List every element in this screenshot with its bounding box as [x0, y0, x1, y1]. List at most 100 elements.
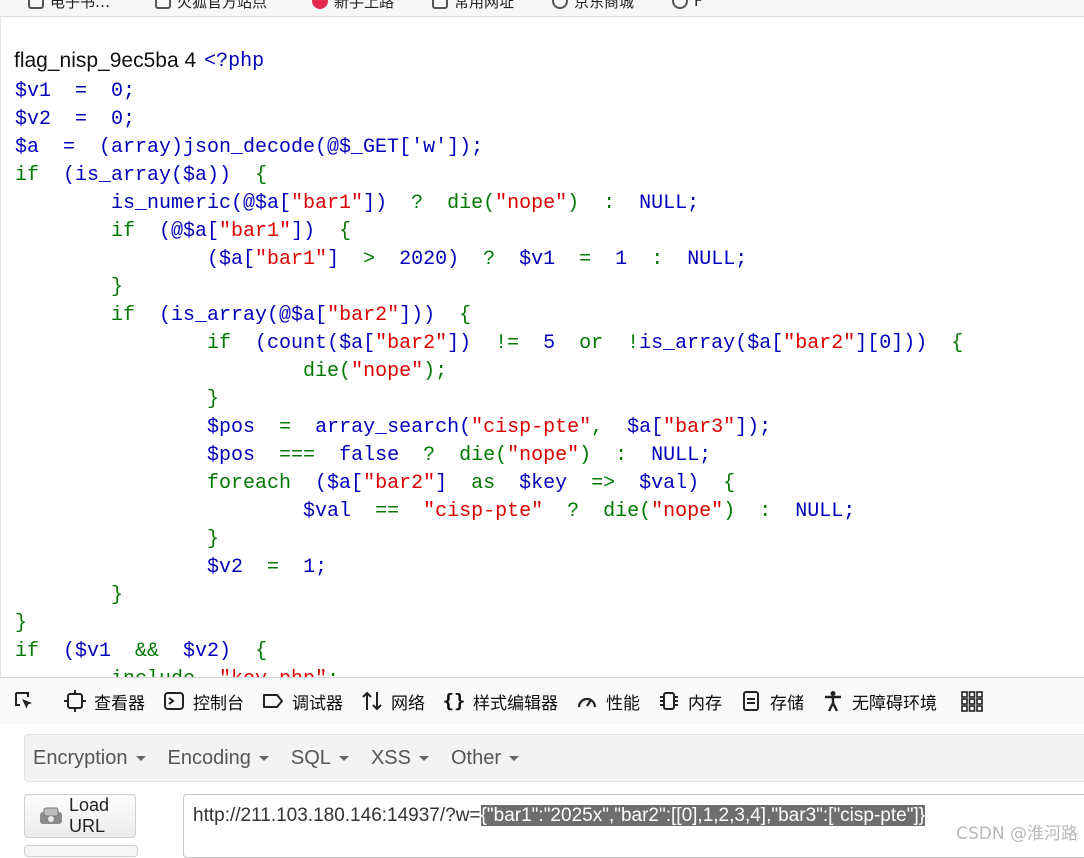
- menu-label: Encryption: [33, 746, 128, 769]
- bookmark-item[interactable]: 京东商城: [552, 0, 634, 11]
- menu-label: Encoding: [167, 746, 251, 769]
- hackbar-menu: Encryption Encoding SQL XSS Other: [24, 734, 1084, 782]
- code-line: foreach ($a["bar2"] as $key => $val) {: [15, 472, 736, 495]
- tab-label: 网络: [391, 693, 425, 714]
- bookmark-label: 常用网址: [454, 0, 515, 11]
- url-input[interactable]: http://211.103.180.146:14937/?w={"bar1":…: [183, 794, 1084, 858]
- load-url-button[interactable]: Load URL: [24, 794, 136, 838]
- code-line: die("nope");: [15, 360, 448, 383]
- tab-console[interactable]: 控制台: [155, 678, 254, 724]
- globe-icon: [552, 0, 568, 9]
- inspector-icon: [64, 690, 86, 712]
- menu-xss[interactable]: XSS: [363, 747, 443, 770]
- code-line: }: [15, 612, 28, 635]
- code-line: if (is_array(@$a["bar2"])) {: [15, 304, 472, 327]
- code-line: $pos === false ? die("nope") : NULL;: [15, 444, 712, 467]
- tab-label: 性能: [606, 693, 640, 714]
- network-icon: [361, 690, 383, 712]
- code-line: }: [15, 528, 220, 551]
- bookmark-label: F: [694, 0, 703, 10]
- code-line: $a = (array)json_decode(@$_GET['w']);: [15, 136, 484, 159]
- memory-icon: [658, 690, 680, 712]
- storage-icon: [740, 690, 762, 712]
- overflow-button[interactable]: [947, 678, 991, 724]
- code-line: include "key.php";: [15, 666, 963, 677]
- code-line: $v2 = 1;: [15, 556, 328, 579]
- php-open-tag: <?php: [204, 49, 265, 73]
- performance-icon: [576, 690, 598, 712]
- folder-icon: [432, 0, 448, 9]
- bookmark-label: 电子书…: [50, 0, 111, 11]
- tab-label: 样式编辑器: [473, 693, 558, 714]
- code-line: }: [15, 584, 124, 607]
- flag-text: flag_nisp_9ec5ba 4: [14, 49, 197, 72]
- bookmarks-toolbar: 电子书… 火狐官方站点 新手上路 常用网址 京东商城 F: [0, 0, 1084, 17]
- watermark: CSDN @淮河路: [956, 824, 1078, 844]
- bookmark-label: 火狐官方站点: [177, 0, 268, 11]
- code-line: $v2 = 0;: [15, 108, 136, 131]
- menu-label: Other: [450, 746, 501, 769]
- menu-label: SQL: [290, 746, 331, 769]
- devtools-toolbar: 查看器 控制台 调试器 网络 {} 样式编辑器 性能 内存 存储 无障碍环境: [0, 677, 1084, 725]
- code-line: if (is_array($a)) {: [15, 164, 268, 187]
- tab-debugger[interactable]: 调试器: [254, 678, 353, 724]
- load-url-icon: [39, 806, 63, 826]
- bookmark-item[interactable]: 常用网址: [432, 0, 514, 11]
- url-selected-text: {"bar1":"2025x","bar2":[[0],1,2,3,4],"ba…: [480, 805, 926, 826]
- bookmark-item[interactable]: 火狐官方站点: [155, 0, 267, 11]
- caret-down-icon: [135, 755, 146, 761]
- hackbar-panel: Encryption Encoding SQL XSS Other Load U…: [0, 724, 1084, 858]
- tab-accessibility[interactable]: 无障碍环境: [814, 678, 947, 724]
- tab-inspector[interactable]: 查看器: [56, 678, 155, 724]
- bookmark-item[interactable]: F: [672, 0, 703, 11]
- debugger-icon: [262, 690, 284, 712]
- bookmark-item[interactable]: 新手上路: [312, 0, 394, 11]
- element-picker-icon: [13, 690, 35, 712]
- bookmark-label: 京东商城: [574, 0, 635, 11]
- code-line: $v1 = 0;: [15, 80, 136, 103]
- caret-down-icon: [258, 755, 269, 761]
- flag-line: flag_nisp_9ec5ba 4 <?php: [14, 47, 264, 75]
- tab-label: 内存: [688, 693, 722, 714]
- tab-network[interactable]: 网络: [353, 678, 435, 724]
- menu-other[interactable]: Other: [443, 747, 533, 770]
- caret-down-icon: [338, 755, 349, 761]
- page-content: flag_nisp_9ec5ba 4 <?php $v1 = 0; $v2 = …: [0, 17, 1084, 677]
- load-url-label: Load URL: [69, 795, 110, 836]
- firefox-icon: [312, 0, 328, 9]
- php-source: $v1 = 0; $v2 = 0; $a = (array)json_decod…: [15, 78, 963, 677]
- tab-label: 无障碍环境: [852, 693, 937, 714]
- globe-icon: [672, 0, 688, 9]
- element-picker-button[interactable]: [0, 678, 56, 724]
- bookmark-item[interactable]: 电子书…: [28, 0, 110, 11]
- folder-icon: [28, 0, 44, 9]
- code-line: }: [15, 276, 124, 299]
- code-line: $pos = array_search("cisp-pte", $a["bar3…: [15, 416, 772, 439]
- folder-icon: [155, 0, 171, 9]
- menu-sql[interactable]: SQL: [283, 747, 363, 770]
- caret-down-icon: [418, 755, 429, 761]
- bookmark-label: 新手上路: [334, 0, 395, 11]
- tab-style-editor[interactable]: {} 样式编辑器: [435, 678, 568, 724]
- console-icon: [163, 690, 185, 712]
- tab-storage[interactable]: 存储: [732, 678, 814, 724]
- code-line: if (count($a["bar2"]) != 5 or !is_array(…: [15, 332, 964, 355]
- style-editor-icon: {}: [442, 690, 466, 712]
- menu-encoding[interactable]: Encoding: [160, 747, 283, 770]
- tab-performance[interactable]: 性能: [568, 678, 650, 724]
- tab-memory[interactable]: 内存: [650, 678, 732, 724]
- split-url-button[interactable]: [24, 845, 138, 857]
- menu-label: XSS: [370, 746, 411, 769]
- tab-label: 查看器: [94, 693, 145, 714]
- tab-label: 存储: [770, 693, 804, 714]
- url-prefix: http://211.103.180.146:14937/?w=: [193, 805, 481, 826]
- code-line: is_numeric(@$a["bar1"]) ? die("nope") : …: [15, 192, 700, 215]
- code-line: if (@$a["bar1"]) {: [15, 220, 352, 243]
- code-line: if ($v1 && $v2) {: [15, 640, 268, 663]
- tab-label: 控制台: [193, 693, 244, 714]
- menu-encryption[interactable]: Encryption: [25, 747, 160, 770]
- grid-icon: [961, 690, 983, 712]
- tab-label: 调试器: [292, 693, 343, 714]
- caret-down-icon: [509, 755, 519, 761]
- accessibility-icon: [822, 690, 844, 712]
